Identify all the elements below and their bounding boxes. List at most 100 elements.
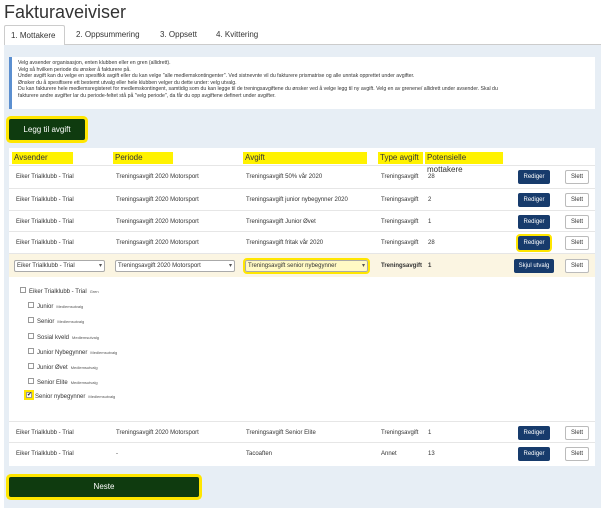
tree-item-label: Junior bbox=[37, 304, 54, 310]
tab-oppsummering[interactable]: 2. Oppsummering bbox=[70, 25, 154, 45]
edit-button[interactable]: Rediger bbox=[518, 170, 550, 184]
cell-avsender: Eiker Trialklubb - Trial bbox=[16, 430, 74, 436]
checkbox[interactable] bbox=[28, 348, 34, 355]
checkbox[interactable] bbox=[28, 317, 34, 324]
cell-type: Treningsavgift bbox=[381, 174, 419, 180]
cell-avsender: Eiker Trialklubb - Trial bbox=[16, 197, 74, 203]
tree-item-senior-nybegynner[interactable]: Senior nybegynnerMedlemsutvalg bbox=[24, 390, 116, 402]
cell-periode: Treningsavgift 2020 Motorsport bbox=[116, 219, 199, 225]
cell-avgift: Treningsavgift Junior Øvet bbox=[246, 219, 316, 225]
tree-item-tag: Medlemsutvalg bbox=[70, 365, 98, 370]
cell-avgift: Tacoaften bbox=[246, 451, 273, 457]
header-type: Type avgift bbox=[378, 152, 423, 164]
table-row: Eiker Trialklubb - Trial Treningsavgift … bbox=[9, 210, 595, 232]
avgift-select[interactable]: Treningsavgift senior nybegynner ▾ bbox=[243, 258, 370, 274]
chevron-down-icon: ▾ bbox=[361, 263, 365, 269]
edit-button[interactable]: Rediger bbox=[518, 426, 550, 440]
header-avgift: Avgift bbox=[243, 152, 367, 164]
tree-item-label: Senior nybegynner bbox=[35, 394, 86, 400]
cell-count: 2 bbox=[428, 197, 432, 203]
checkbox[interactable] bbox=[20, 287, 26, 294]
delete-button[interactable]: Slett bbox=[565, 215, 589, 229]
avgift-select-value: Treningsavgift senior nybegynner bbox=[248, 263, 337, 269]
table-row: Eiker Trialklubb - Trial Treningsavgift … bbox=[9, 421, 595, 443]
tree-item-label: Senior Elite bbox=[37, 380, 68, 386]
add-fee-button[interactable]: Legg til avgift bbox=[9, 119, 85, 140]
checkbox[interactable] bbox=[28, 333, 34, 340]
checkbox[interactable] bbox=[28, 363, 34, 370]
cell-type: Treningsavgift bbox=[381, 430, 419, 436]
edit-button[interactable]: Rediger bbox=[518, 447, 550, 461]
tree-item-tag: Medlemsutvalg bbox=[57, 319, 85, 324]
delete-button[interactable]: Slett bbox=[565, 259, 589, 273]
tab-oppsett[interactable]: 3. Oppsett bbox=[154, 25, 210, 45]
cell-type: Treningsavgift bbox=[381, 219, 419, 225]
delete-button[interactable]: Slett bbox=[565, 426, 589, 440]
chevron-down-icon: ▾ bbox=[98, 263, 102, 269]
info-line: Velg så hvilken periode du ønsker å fakt… bbox=[18, 66, 131, 73]
header-periode: Periode bbox=[113, 152, 173, 164]
edit-button[interactable]: Rediger bbox=[518, 215, 550, 229]
tab-bar: 1. Mottakere 2. Oppsummering 3. Oppsett … bbox=[4, 25, 601, 46]
cell-periode: Treningsavgift 2020 Motorsport bbox=[116, 430, 199, 436]
cell-avsender: Eiker Trialklubb - Trial bbox=[16, 219, 74, 225]
info-line: Du kan fakturere hele medlemsregisteret … bbox=[18, 86, 498, 93]
checkbox[interactable] bbox=[28, 378, 34, 385]
tree-item-tag: Medlemsutvalg bbox=[88, 394, 116, 399]
tree-item-junior-nybegynner[interactable]: Junior Nybegynner Medlemsutvalg bbox=[28, 348, 117, 358]
cell-count: 1 bbox=[428, 430, 432, 436]
edit-count: 1 bbox=[428, 263, 432, 269]
info-line: fakturere andre avgifter lar du periode-… bbox=[18, 92, 276, 99]
tree-item-junior[interactable]: Junior Medlemsutvalg bbox=[28, 302, 83, 312]
cell-avgift: Treningsavgift Senior Elite bbox=[246, 430, 316, 436]
delete-button[interactable]: Slett bbox=[565, 447, 589, 461]
tree-item-senior[interactable]: Senior Medlemsutvalg bbox=[28, 317, 84, 327]
periode-select[interactable]: Treningsavgift 2020 Motorsport ▾ bbox=[115, 260, 235, 272]
cell-count: 1 bbox=[428, 219, 432, 225]
cell-type: Annet bbox=[381, 451, 397, 457]
tree-root-tag: Gren bbox=[89, 289, 99, 294]
hide-selection-button[interactable]: Skjul utvalg bbox=[514, 259, 554, 273]
edit-button[interactable]: Rediger bbox=[518, 193, 550, 207]
tab-kvittering[interactable]: 4. Kvittering bbox=[210, 25, 275, 45]
tree-item-senior-elite[interactable]: Senior Elite Medlemsutvalg bbox=[28, 378, 98, 388]
cell-count: 28 bbox=[428, 174, 435, 180]
table-row: Eiker Trialklubb - Trial Treningsavgift … bbox=[9, 231, 595, 253]
cell-avgift: Treningsavgift fritak vår 2020 bbox=[246, 240, 324, 246]
tree-item-tag: Medlemsutvalg bbox=[56, 304, 84, 309]
avsender-select[interactable]: Eiker Trialklubb - Trial ▾ bbox=[14, 260, 105, 272]
cell-type: Treningsavgift bbox=[381, 197, 419, 203]
tree-item-label: Junior Øvet bbox=[37, 365, 68, 371]
avsender-select-value: Eiker Trialklubb - Trial bbox=[17, 263, 75, 269]
tree-item-sosial-kveld[interactable]: Sosial kveld Medlemsutvalg bbox=[28, 333, 99, 343]
edit-type: Treningsavgift bbox=[381, 263, 423, 269]
delete-button[interactable]: Slett bbox=[565, 170, 589, 184]
periode-select-value: Treningsavgift 2020 Motorsport bbox=[118, 263, 201, 269]
tree-item-junior-ovet[interactable]: Junior Øvet Medlemsutvalg bbox=[28, 363, 98, 373]
delete-button[interactable]: Slett bbox=[565, 236, 589, 250]
checkbox[interactable] bbox=[28, 302, 34, 309]
tree-item-tag: Medlemsutvalg bbox=[90, 350, 118, 355]
cell-avsender: Eiker Trialklubb - Trial bbox=[16, 240, 74, 246]
tree-root[interactable]: Eiker Trialklubb - Trial Gren bbox=[20, 287, 99, 297]
edit-row: Eiker Trialklubb - Trial ▾ Treningsavgif… bbox=[9, 253, 595, 277]
info-box: Velg avsender organisasjon, enten klubbe… bbox=[9, 57, 595, 109]
header-mottakere: Potensielle mottakere bbox=[425, 152, 503, 174]
cell-periode: Treningsavgift 2020 Motorsport bbox=[116, 240, 199, 246]
cell-periode: Treningsavgift 2020 Motorsport bbox=[116, 174, 199, 180]
tree-item-tag: Medlemsutvalg bbox=[70, 380, 98, 385]
table-row: Eiker Trialklubb - Trial Treningsavgift … bbox=[9, 165, 595, 187]
cell-avsender: Eiker Trialklubb - Trial bbox=[16, 451, 74, 457]
info-line: Velg avsender organisasjon, enten klubbe… bbox=[18, 60, 171, 66]
page-title: Fakturaveiviser bbox=[4, 2, 127, 22]
checkbox-checked[interactable] bbox=[24, 390, 34, 401]
delete-button[interactable]: Slett bbox=[565, 193, 589, 207]
cell-periode: Treningsavgift 2020 Motorsport bbox=[116, 197, 199, 203]
next-button[interactable]: Neste bbox=[9, 477, 199, 497]
cell-avgift: Treningsavgift junior nybegynner 2020 bbox=[246, 197, 348, 203]
cell-avsender: Eiker Trialklubb - Trial bbox=[16, 174, 74, 180]
cell-type: Treningsavgift bbox=[381, 240, 419, 246]
header-avsender: Avsender bbox=[12, 152, 73, 164]
tab-mottakere[interactable]: 1. Mottakere bbox=[4, 25, 65, 46]
edit-button[interactable]: Rediger bbox=[516, 234, 552, 252]
